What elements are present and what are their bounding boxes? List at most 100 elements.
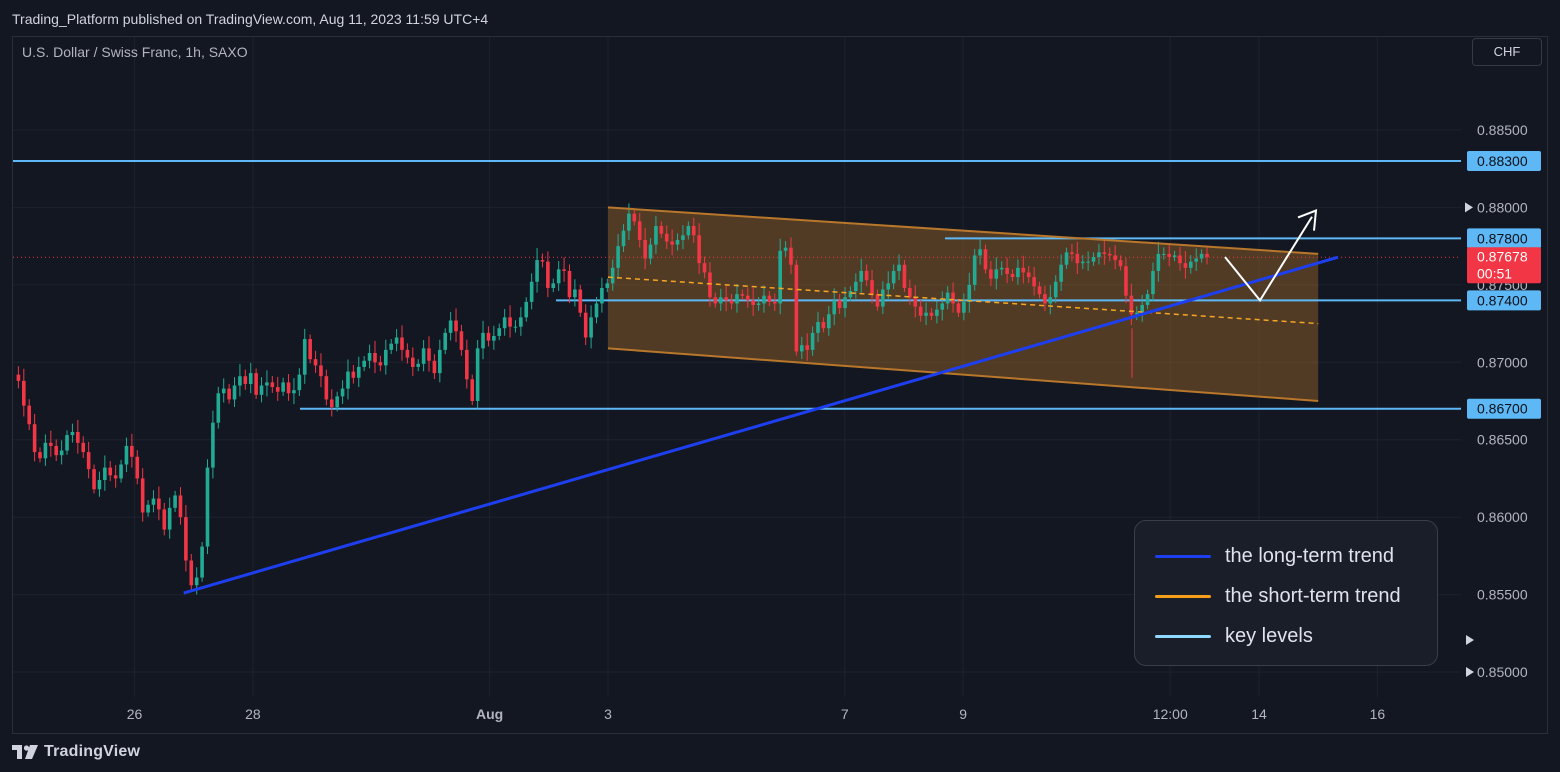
candle-body (356, 366, 361, 378)
candle-body (135, 456, 140, 479)
candle-body (254, 373, 258, 395)
time-tick-label: 12:00 (1153, 706, 1188, 722)
candle-body (870, 280, 874, 295)
symbol-title: U.S. Dollar / Swiss Franc, 1h, SAXO (22, 44, 248, 60)
candle-body (200, 546, 204, 578)
candle-body (1086, 261, 1090, 263)
candle-body (627, 213, 631, 231)
candle-body (540, 260, 545, 262)
candle-body (281, 382, 285, 392)
candle-body (908, 287, 912, 298)
bar-countdown-label: 00:51 (1477, 265, 1512, 281)
candle-body (718, 297, 723, 304)
candle-body (286, 382, 291, 394)
candle-body (1113, 255, 1117, 261)
candle-body (897, 264, 901, 271)
candle-body (713, 297, 718, 304)
candle-body (346, 371, 350, 389)
candle-body (562, 269, 566, 271)
candle-body (724, 297, 728, 301)
candle-body (821, 322, 826, 329)
candle-body (956, 303, 961, 313)
candle-body (270, 382, 275, 388)
candle-body (119, 464, 123, 479)
candle-body (151, 498, 156, 505)
candle-body (32, 424, 37, 453)
candle-body (610, 267, 615, 284)
candle-body (54, 445, 59, 456)
candle-body (1075, 253, 1080, 264)
candle-body (27, 405, 32, 425)
candle-body (124, 445, 129, 465)
candle-body (400, 337, 404, 350)
candle-body (427, 348, 431, 361)
candle-body (1037, 286, 1042, 295)
candle-body (1026, 272, 1031, 278)
candle-body (1053, 281, 1058, 298)
key-level-price-label: 0.88300 (1477, 153, 1528, 169)
time-tick-label: Aug (476, 706, 503, 722)
candle-body (227, 388, 231, 400)
candle-body (481, 332, 485, 349)
candle-body (832, 300, 837, 315)
candle-body (459, 331, 464, 350)
candle-body (486, 332, 491, 341)
candle-body (81, 442, 86, 453)
candle-body (1005, 267, 1009, 275)
candle-body (1043, 294, 1047, 304)
candle-body (465, 349, 469, 380)
candle-body (65, 435, 69, 451)
candle-body (411, 357, 415, 367)
candle-body (578, 289, 583, 313)
candle-body (1070, 252, 1074, 254)
candle-body (1118, 260, 1123, 267)
candle-body (702, 263, 707, 273)
candle-body (945, 292, 950, 304)
legend-label-short-term: the short-term trend (1225, 585, 1401, 607)
candle-body (297, 374, 302, 391)
candle-body (664, 233, 669, 242)
candle-body (470, 379, 475, 401)
candle-body (854, 281, 858, 292)
candle-body (654, 226, 658, 245)
key-level-price-label: 0.87400 (1477, 292, 1528, 308)
candle-body (70, 431, 75, 436)
candle-body (767, 295, 772, 302)
candle-body (335, 396, 339, 408)
candle-body (697, 235, 701, 264)
time-tick-label: 7 (841, 706, 849, 722)
price-tick-label: 0.88000 (1477, 199, 1528, 215)
candle-body (421, 348, 426, 364)
time-tick-label: 26 (127, 706, 143, 722)
candle-body (670, 241, 674, 245)
candle-body (600, 287, 604, 304)
price-tick-label: 0.88500 (1477, 122, 1528, 138)
tradingview-logo[interactable]: TradingView (12, 743, 140, 761)
candle-body (394, 337, 399, 344)
candle-body (108, 467, 113, 476)
candle-body (329, 399, 334, 408)
candle-body (648, 244, 653, 259)
candle-body (691, 226, 696, 236)
candle-body (891, 270, 896, 284)
candle-body (173, 495, 177, 508)
candle-body (1145, 294, 1150, 305)
candle-body (448, 320, 453, 333)
candle-body (546, 261, 550, 288)
candle-body (443, 332, 448, 350)
candle-body (259, 385, 264, 395)
candle-body (837, 300, 842, 309)
tradingview-brand: TradingView (44, 743, 141, 760)
candle-body (762, 295, 766, 304)
currency-button[interactable]: CHF (1472, 38, 1542, 66)
candle-body (59, 450, 64, 456)
candle-body (972, 255, 977, 285)
axis-marker-icon (1466, 667, 1474, 677)
legend-swatch-key-levels (1155, 635, 1211, 638)
candle-body (221, 388, 226, 394)
candle-body (438, 349, 442, 374)
candle-body (157, 498, 161, 510)
time-tick-label: 14 (1251, 706, 1267, 722)
candle-body (848, 291, 853, 298)
candle-body (864, 270, 869, 281)
